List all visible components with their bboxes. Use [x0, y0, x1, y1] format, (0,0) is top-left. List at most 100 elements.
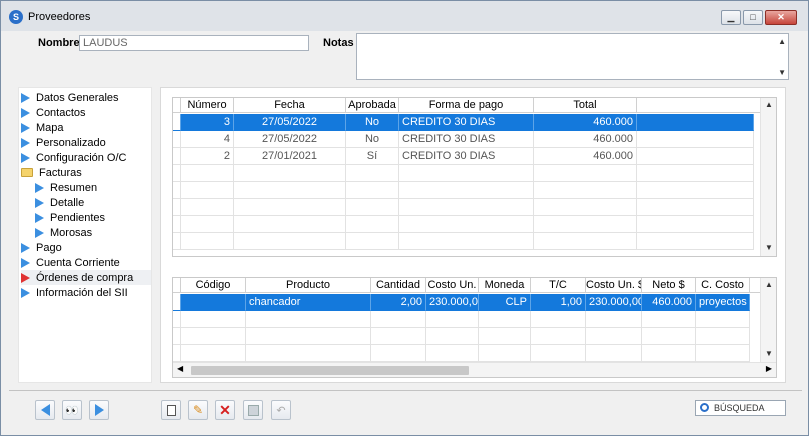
horizontal-scroll-thumb[interactable]	[191, 366, 469, 375]
column-header[interactable]: Forma de pago	[399, 98, 534, 113]
sidebar-item[interactable]: Pendientes	[35, 210, 151, 225]
table-row[interactable]	[173, 199, 754, 216]
orders-vertical-scrollbar[interactable]: ▲ ▼	[760, 98, 776, 256]
table-cell	[181, 216, 234, 233]
previous-record-button[interactable]	[35, 400, 55, 420]
sidebar-item[interactable]: Cuenta Corriente	[21, 255, 151, 270]
arrow-icon	[21, 287, 30, 298]
scroll-right-icon[interactable]: ▶	[766, 364, 772, 373]
edit-button[interactable]: ✎	[188, 400, 208, 420]
table-cell: 1,00	[531, 294, 586, 311]
search-placeholder: BÚSQUEDA	[714, 403, 765, 413]
column-header[interactable]: Producto	[246, 278, 371, 293]
table-row[interactable]	[173, 182, 754, 199]
notas-field[interactable]: ▲ ▼	[356, 33, 789, 80]
table-cell	[181, 199, 234, 216]
table-cell	[426, 311, 479, 328]
column-header[interactable]: C. Costo	[696, 278, 750, 293]
table-cell	[346, 165, 399, 182]
search-box[interactable]: BÚSQUEDA	[695, 400, 786, 416]
sidebar-item[interactable]: Morosas	[35, 225, 151, 240]
detail-grid: Código Producto Cantidad Costo Un. Moneda T/C…	[172, 277, 777, 378]
table-row[interactable]	[173, 328, 750, 345]
next-record-button[interactable]	[89, 400, 109, 420]
scroll-down-icon[interactable]: ▼	[778, 68, 786, 77]
table-cell	[586, 311, 642, 328]
sidebar-item[interactable]: Información del SII	[21, 285, 151, 300]
table-cell	[346, 182, 399, 199]
column-header[interactable]: Moneda	[479, 278, 531, 293]
table-row[interactable]	[173, 345, 750, 362]
table-cell	[181, 233, 234, 250]
sidebar-item[interactable]: Resumen	[35, 180, 151, 195]
sidebar-item[interactable]: Personalizado	[21, 135, 151, 150]
column-header[interactable]: Número	[181, 98, 234, 113]
save-button[interactable]	[243, 400, 263, 420]
column-header[interactable]: Código	[181, 278, 246, 293]
scroll-up-icon[interactable]: ▲	[761, 280, 777, 289]
table-cell: 460.000	[534, 148, 637, 165]
sidebar-item[interactable]: Facturas	[21, 165, 151, 180]
arrow-icon	[35, 197, 44, 208]
table-cell: 460.000	[534, 131, 637, 148]
table-row[interactable]: 2 27/01/2021 Sí CREDITO 30 DIAS 460.000	[173, 148, 754, 165]
table-row[interactable]	[173, 216, 754, 233]
column-header[interactable]: T/C	[531, 278, 586, 293]
window-controls: ▁ □ ✕	[721, 10, 797, 25]
column-header[interactable]: Total	[534, 98, 637, 113]
table-cell	[534, 199, 637, 216]
sidebar-item-label: Órdenes de compra	[36, 271, 134, 284]
column-header[interactable]: Cantidad	[371, 278, 426, 293]
sidebar-item[interactable]: Contactos	[21, 105, 151, 120]
table-cell	[399, 199, 534, 216]
delete-button[interactable]: ✕	[215, 400, 235, 420]
arrow-icon	[21, 257, 30, 268]
table-row[interactable]: ▶ 3 27/05/2022 No CREDITO 30 DIAS 460.000	[173, 114, 754, 131]
main-panel: Número Fecha Aprobada Forma de pago Total ▶ 3…	[160, 87, 786, 383]
table-cell: 2,00	[371, 294, 426, 311]
column-header[interactable]: Neto $	[642, 278, 696, 293]
find-button[interactable]: 👀	[62, 400, 82, 420]
sidebar-item[interactable]: Pago	[21, 240, 151, 255]
sidebar-item[interactable]: Datos Generales	[21, 90, 151, 105]
row-indicator	[173, 216, 181, 233]
sidebar-item-label: Facturas	[39, 166, 82, 179]
nombre-label: Nombre	[38, 37, 80, 49]
table-cell: 2	[181, 148, 234, 165]
column-header[interactable]: Costo Un.	[426, 278, 479, 293]
table-cell	[246, 328, 371, 345]
row-indicator	[173, 345, 181, 362]
table-cell	[642, 328, 696, 345]
table-row[interactable]: 4 27/05/2022 No CREDITO 30 DIAS 460.000	[173, 131, 754, 148]
column-header[interactable]: Fecha	[234, 98, 346, 113]
nombre-field[interactable]: LAUDUS	[79, 35, 309, 51]
table-cell	[586, 328, 642, 345]
table-row[interactable]	[173, 165, 754, 182]
table-cell	[426, 345, 479, 362]
scroll-down-icon[interactable]: ▼	[761, 349, 777, 358]
column-header[interactable]: Costo Un. $	[586, 278, 642, 293]
sidebar-item-label: Personalizado	[36, 136, 106, 149]
new-button[interactable]	[161, 400, 181, 420]
table-row[interactable]: ▶ chancador 2,00 230.000,00 CLP 1,00 230.000,0…	[173, 294, 750, 311]
sidebar-item[interactable]: Configuración O/C	[21, 150, 151, 165]
scroll-down-icon[interactable]: ▼	[761, 243, 777, 252]
sidebar-item[interactable]: Detalle	[35, 195, 151, 210]
undo-button[interactable]: ↶	[271, 400, 291, 420]
table-row[interactable]	[173, 233, 754, 250]
minimize-button[interactable]: ▁	[721, 10, 741, 25]
detail-vertical-scrollbar[interactable]: ▲ ▼	[760, 278, 776, 362]
column-header[interactable]: Aprobada	[346, 98, 399, 113]
row-indicator-header	[173, 98, 181, 113]
scroll-up-icon[interactable]: ▲	[761, 100, 777, 109]
table-cell	[531, 328, 586, 345]
detail-horizontal-scrollbar[interactable]: ◀ ▶	[173, 362, 776, 377]
table-cell	[479, 311, 531, 328]
scroll-up-icon[interactable]: ▲	[778, 37, 786, 46]
scroll-left-icon[interactable]: ◀	[177, 364, 183, 373]
close-button[interactable]: ✕	[765, 10, 797, 25]
table-row[interactable]	[173, 311, 750, 328]
sidebar-item[interactable]: Mapa	[21, 120, 151, 135]
maximize-button[interactable]: □	[743, 10, 763, 25]
sidebar-item[interactable]: Órdenes de compra	[21, 270, 151, 285]
